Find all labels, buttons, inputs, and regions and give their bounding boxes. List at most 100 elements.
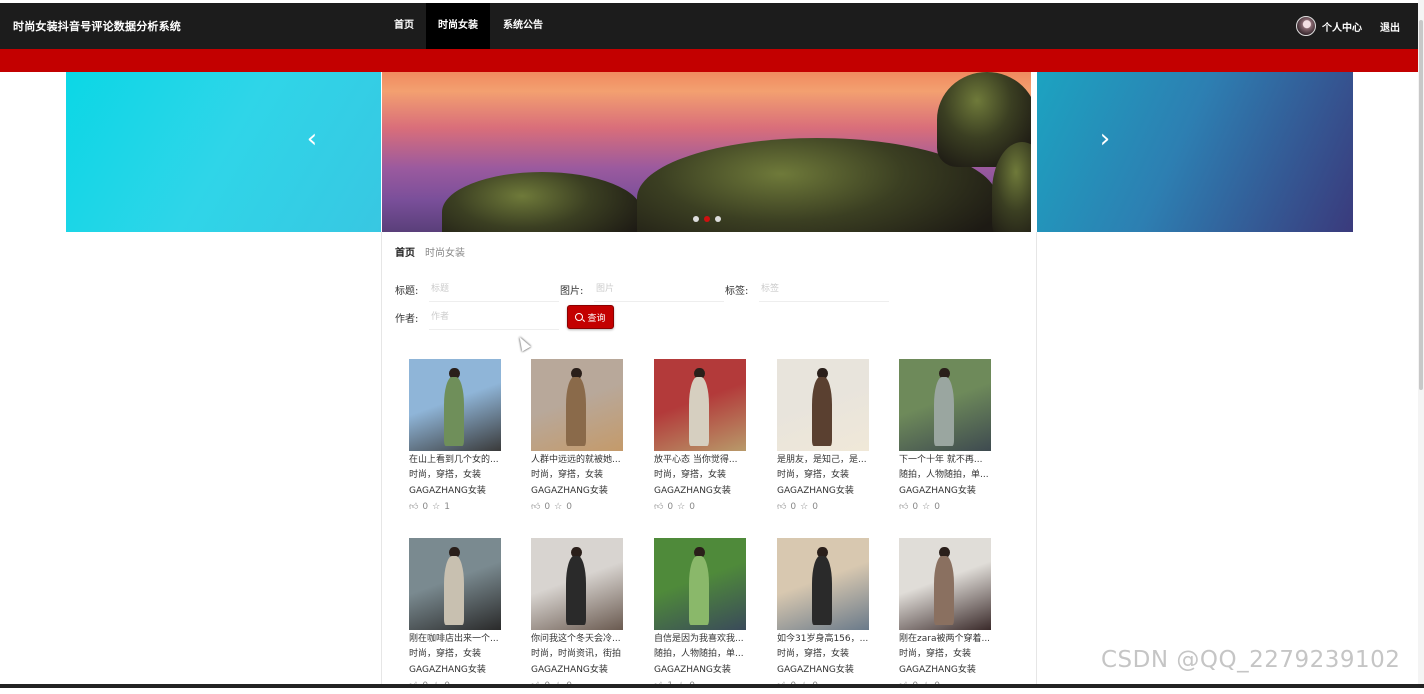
carousel-next-icon[interactable]: ›	[1097, 125, 1113, 153]
nav-announcements[interactable]: 系统公告	[496, 3, 550, 49]
product-card[interactable]: 下一个十年 就不再... 随拍，人物随拍，单... GAGAZHANG女装 👍︎ 0 ☆ 0	[899, 359, 999, 515]
star-icon[interactable]: ☆	[554, 499, 562, 515]
product-author: GAGAZHANG女装	[409, 486, 486, 496]
product-title[interactable]: 刚在咖啡店出来一个...	[409, 633, 505, 646]
product-title[interactable]: 下一个十年 就不再...	[899, 454, 995, 467]
search-button[interactable]: 查询	[567, 305, 614, 329]
product-title[interactable]: 在山上看到几个女的...	[409, 454, 505, 467]
carousel-slide-current	[382, 72, 1031, 232]
product-thumbnail[interactable]	[654, 538, 746, 630]
product-title[interactable]: 如今31岁身高156，...	[777, 633, 873, 646]
star-count: 0	[812, 502, 818, 512]
nav-home[interactable]: 首页	[386, 3, 422, 49]
title-input[interactable]	[429, 276, 559, 302]
product-thumbnail[interactable]	[899, 538, 991, 630]
user-area: 个人中心 退出	[1296, 3, 1400, 49]
author-label: 作者:	[395, 313, 419, 325]
product-title[interactable]: 放平心态 当你觉得...	[654, 454, 750, 467]
product-card[interactable]: 如今31岁身高156，...时尚，穿搭，女装GAGAZHANG女装👍︎0☆0	[777, 538, 877, 694]
content-border-left	[381, 232, 382, 688]
breadcrumb: 首页 时尚女装	[395, 244, 465, 259]
star-icon[interactable]: ☆	[432, 499, 440, 515]
star-icon[interactable]: ☆	[922, 499, 930, 515]
top-navbar: 时尚女装抖音号评论数据分析系统 首页 时尚女装 系统公告 个人中心 退出	[0, 3, 1418, 49]
product-author: GAGAZHANG女装	[777, 486, 854, 496]
star-count: 0	[566, 502, 572, 512]
product-card[interactable]: 刚在咖啡店出来一个...时尚，穿搭，女装GAGAZHANG女装👍︎0☆0	[409, 538, 509, 694]
red-accent-bar	[0, 49, 1418, 72]
breadcrumb-home[interactable]: 首页	[395, 244, 415, 259]
carousel-prev-icon[interactable]: ‹	[304, 125, 320, 153]
product-card[interactable]: 是朋友，是知己，是... 时尚，穿搭，女装 GAGAZHANG女装 👍︎ 0 ☆ 0	[777, 359, 877, 515]
user-center-link[interactable]: 个人中心	[1322, 19, 1362, 34]
like-icon[interactable]: 👍︎	[531, 499, 540, 515]
product-tags: 时尚，穿搭，女装	[777, 470, 850, 480]
carousel-dot[interactable]	[715, 216, 721, 222]
like-count: 0	[912, 502, 919, 512]
site-title: 时尚女装抖音号评论数据分析系统	[13, 20, 181, 33]
product-tags: 随拍，人物随拍，单...	[654, 649, 744, 659]
like-count: 0	[422, 502, 429, 512]
image-field: 图片:	[560, 276, 724, 302]
author-input[interactable]	[429, 304, 559, 330]
product-tags: 时尚，穿搭，女装	[899, 649, 972, 659]
star-icon[interactable]: ☆	[800, 499, 808, 515]
like-count: 0	[667, 502, 674, 512]
tag-input[interactable]	[759, 276, 889, 302]
product-card[interactable]: 在山上看到几个女的... 时尚，穿搭，女装 GAGAZHANG女装 👍︎ 0 ☆ 1	[409, 359, 509, 515]
product-thumbnail[interactable]	[409, 538, 501, 630]
scrollbar-thumb[interactable]	[1419, 20, 1423, 390]
search-button-label: 查询	[587, 313, 606, 324]
product-stats: 👍︎0☆0	[531, 499, 631, 515]
like-count: 0	[790, 502, 797, 512]
like-icon[interactable]: 👍︎	[654, 499, 663, 515]
product-thumbnail[interactable]	[409, 359, 501, 451]
product-author: GAGAZHANG女装	[409, 665, 486, 675]
product-card[interactable]: 人群中远远的就被她... 时尚，穿搭，女装 GAGAZHANG女装 👍︎ 0 ☆ 0	[531, 359, 631, 515]
logout-link[interactable]: 退出	[1380, 19, 1400, 34]
title-label: 标题:	[395, 285, 419, 297]
product-title[interactable]: 是朋友，是知己，是...	[777, 454, 873, 467]
carousel-dot[interactable]	[693, 216, 699, 222]
product-tags: 时尚，穿搭，女装	[777, 649, 850, 659]
product-tags: 随拍，人物随拍，单...	[899, 470, 989, 480]
product-card[interactable]: 刚在zara被两个穿着...时尚，穿搭，女装GAGAZHANG女装👍︎0☆0	[899, 538, 999, 694]
star-count: 1	[444, 502, 450, 512]
product-title[interactable]: 刚在zara被两个穿着...	[899, 633, 995, 646]
star-icon[interactable]: ☆	[677, 499, 685, 515]
nav-fashion-women[interactable]: 时尚女装	[426, 3, 490, 49]
product-tags: 时尚，穿搭，女装	[409, 470, 482, 480]
carousel-dot-active[interactable]	[704, 216, 710, 222]
product-stats: 👍︎ 0 ☆ 1	[409, 499, 509, 515]
product-title[interactable]: 你问我这个冬天会冷...	[531, 633, 627, 646]
star-count: 0	[689, 502, 695, 512]
author-field: 作者:	[395, 304, 559, 330]
product-title[interactable]: 人群中远远的就被她...	[531, 454, 627, 467]
product-thumbnail[interactable]	[531, 359, 623, 451]
avatar[interactable]	[1296, 16, 1316, 36]
like-icon[interactable]: 👍︎	[777, 499, 786, 515]
product-thumbnail[interactable]	[899, 359, 991, 451]
title-field: 标题:	[395, 276, 559, 302]
scrollbar[interactable]	[1418, 0, 1424, 688]
like-icon[interactable]: 👍︎	[899, 499, 908, 515]
product-tags: 时尚，穿搭，女装	[654, 470, 727, 480]
product-author: GAGAZHANG女装	[531, 665, 608, 675]
product-author: GAGAZHANG女装	[654, 665, 731, 675]
product-stats: 👍︎0☆0	[899, 499, 999, 515]
product-title[interactable]: 自信是因为我喜欢我...	[654, 633, 750, 646]
product-author: GAGAZHANG女装	[654, 486, 731, 496]
product-thumbnail[interactable]	[777, 359, 869, 451]
product-card[interactable]: 自信是因为我喜欢我...随拍，人物随拍，单...GAGAZHANG女装👍︎1☆0	[654, 538, 754, 694]
product-thumbnail[interactable]	[531, 538, 623, 630]
carousel-slide-prev	[66, 72, 381, 232]
breadcrumb-current: 时尚女装	[425, 248, 465, 259]
like-icon[interactable]: 👍︎	[409, 499, 418, 515]
product-card[interactable]: 你问我这个冬天会冷...时尚，时尚资讯，街拍GAGAZHANG女装👍︎0☆0	[531, 538, 631, 694]
product-thumbnail[interactable]	[654, 359, 746, 451]
carousel-dots	[693, 216, 721, 222]
product-thumbnail[interactable]	[777, 538, 869, 630]
image-input[interactable]	[594, 276, 724, 302]
product-card[interactable]: 放平心态 当你觉得... 时尚，穿搭，女装 GAGAZHANG女装 👍︎ 0 ☆ 0	[654, 359, 754, 515]
tag-field: 标签:	[725, 276, 889, 302]
